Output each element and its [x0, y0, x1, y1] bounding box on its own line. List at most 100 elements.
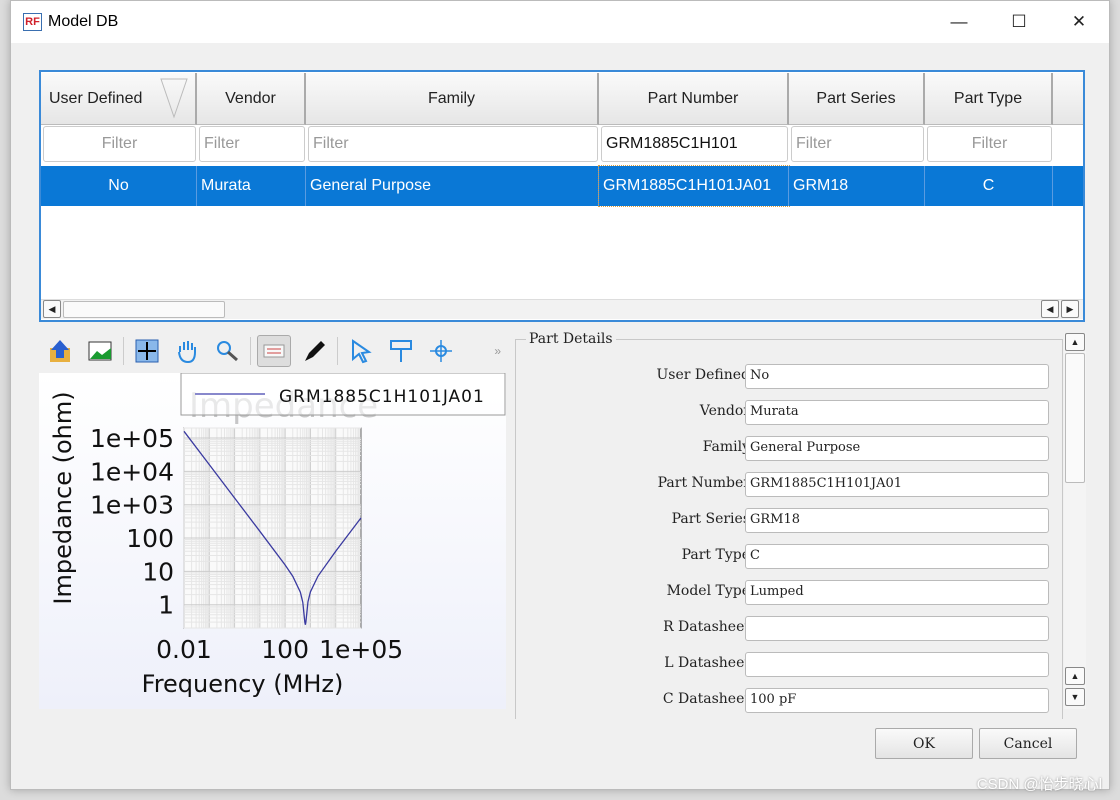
column-header[interactable]: Part Series [789, 73, 925, 125]
detail-field[interactable]: No [745, 364, 1049, 389]
detail-field[interactable]: Lumped [745, 580, 1049, 605]
legend-icon [263, 344, 285, 358]
toolbar-separator [337, 337, 338, 365]
zoom-icon [217, 341, 238, 362]
detail-row: User Defined No [516, 364, 1064, 390]
table-cell[interactable]: C [925, 166, 1053, 206]
detail-label: Family [702, 439, 750, 455]
scrollbar-thumb[interactable] [1065, 353, 1085, 483]
scrollbar-thumb[interactable] [63, 301, 225, 318]
part-details-group: Part Details User Defined No Vendor Murata F… [515, 331, 1064, 719]
maximize-button[interactable]: ☐ [991, 1, 1047, 43]
filter-input[interactable] [791, 126, 924, 162]
sort-descending-icon[interactable] [159, 77, 189, 121]
table-cell[interactable]: No [41, 166, 197, 206]
fit-grid-button[interactable] [130, 335, 164, 367]
detail-label: User Defined [656, 367, 750, 383]
parts-table: ◀ ◀ ▶ User Defined Filter No Vendor Filter Mu… [39, 70, 1085, 322]
part-details-title: Part Details [526, 331, 616, 347]
y-tick-label: 1e+05 [90, 424, 174, 453]
impedance-chart: 1e+05 1e+04 1e+03 100 10 1 0.01 100 1e+05 Frequen… [39, 372, 506, 709]
detail-label: Vendor [699, 403, 750, 419]
image-button[interactable] [83, 335, 117, 367]
y-tick-label: 1e+04 [90, 457, 174, 486]
toolbar-separator [123, 337, 124, 365]
detail-field[interactable]: C [745, 544, 1049, 569]
x-axis-label: Frequency (MHz) [142, 670, 344, 698]
minimize-button[interactable]: — [931, 1, 987, 43]
detail-field[interactable]: GRM1885C1H101JA01 [745, 472, 1049, 497]
detail-field[interactable] [745, 616, 1049, 641]
filter-input[interactable] [927, 126, 1052, 162]
detail-field[interactable]: Murata [745, 400, 1049, 425]
column-header-partial[interactable] [1053, 73, 1083, 125]
pan-hand-button[interactable] [170, 335, 204, 367]
details-vertical-scrollbar[interactable]: ▲ ▲ ▼ [1064, 333, 1086, 709]
detail-row: Part Number GRM1885C1H101JA01 [516, 472, 1064, 498]
title-bar: RF Model DB — ☐ ✕ [11, 1, 1109, 43]
column-header[interactable]: Vendor [197, 73, 306, 125]
y-tick-label: 100 [126, 524, 174, 553]
crosshair-button[interactable] [424, 335, 458, 367]
detail-label: C Datasheet [662, 691, 750, 707]
chart-svg: 1e+05 1e+04 1e+03 100 10 1 0.01 100 1e+05 Frequen… [49, 372, 506, 698]
detail-label: L Datasheet [664, 655, 750, 671]
table-cell[interactable]: GRM18 [789, 166, 925, 206]
detail-row: R Datasheet [516, 616, 1064, 642]
toolbar-overflow-button[interactable]: » [494, 344, 501, 358]
x-tick-label: 100 [261, 635, 309, 664]
cancel-button[interactable]: Cancel [979, 728, 1077, 759]
export-icon [50, 340, 70, 362]
scroll-up-button-2[interactable]: ▲ [1065, 667, 1085, 685]
column-header[interactable]: Part Number [599, 73, 789, 125]
filter-input[interactable] [601, 126, 788, 162]
table-cell[interactable]: GRM1885C1H101JA01 [598, 165, 790, 207]
filter-input[interactable] [199, 126, 305, 162]
scroll-right-button[interactable]: ▶ [1061, 300, 1079, 318]
select-arrow-button[interactable] [344, 335, 378, 367]
detail-row: Part Series GRM18 [516, 508, 1064, 534]
horizontal-scrollbar[interactable]: ◀ ◀ ▶ [41, 299, 1083, 319]
scroll-down-button[interactable]: ▼ [1065, 688, 1085, 706]
pen-button[interactable] [297, 335, 331, 367]
detail-row: Vendor Murata [516, 400, 1064, 426]
pen-icon [305, 341, 325, 361]
y-tick-label: 10 [142, 557, 174, 586]
scroll-left-button[interactable]: ◀ [43, 300, 61, 318]
image-icon [88, 341, 112, 361]
ok-button[interactable]: OK [875, 728, 973, 759]
table-cell[interactable] [1053, 166, 1083, 206]
marker-icon [390, 340, 412, 362]
column-header[interactable]: Part Type [925, 73, 1053, 125]
export-button[interactable] [43, 335, 77, 367]
filter-input[interactable] [308, 126, 598, 162]
pan-hand-icon [178, 341, 196, 364]
marker-button[interactable] [384, 335, 418, 367]
y-tick-label: 1 [158, 591, 174, 620]
detail-row: Part Type C [516, 544, 1064, 570]
detail-label: Model Type [666, 583, 750, 599]
detail-field[interactable]: 100 pF [745, 688, 1049, 713]
toolbar-separator [250, 337, 251, 365]
fit-grid-icon [135, 339, 159, 363]
detail-field[interactable] [745, 652, 1049, 677]
x-tick-label: 1e+05 [319, 635, 403, 664]
zoom-button[interactable] [210, 335, 244, 367]
close-button[interactable]: ✕ [1051, 1, 1107, 43]
scroll-up-button[interactable]: ▲ [1065, 333, 1085, 351]
table-cell[interactable]: General Purpose [306, 166, 599, 206]
select-arrow-icon [352, 339, 372, 364]
detail-field[interactable]: General Purpose [745, 436, 1049, 461]
detail-row: L Datasheet [516, 652, 1064, 678]
rf-logo-icon: RF [23, 13, 42, 31]
detail-label: Part Type [681, 547, 750, 563]
model-db-dialog: RF Model DB — ☐ ✕ ◀ ◀ ▶ User Defined Filt… [10, 0, 1110, 790]
legend-button[interactable] [257, 335, 291, 367]
detail-field[interactable]: GRM18 [745, 508, 1049, 533]
table-cell[interactable]: Murata [197, 166, 306, 206]
filter-input[interactable] [43, 126, 196, 162]
watermark: CSDN @怡步晓心l [976, 776, 1102, 793]
detail-label: Part Number [657, 475, 750, 491]
column-header[interactable]: Family [306, 73, 599, 125]
scroll-left-button-2[interactable]: ◀ [1041, 300, 1059, 318]
